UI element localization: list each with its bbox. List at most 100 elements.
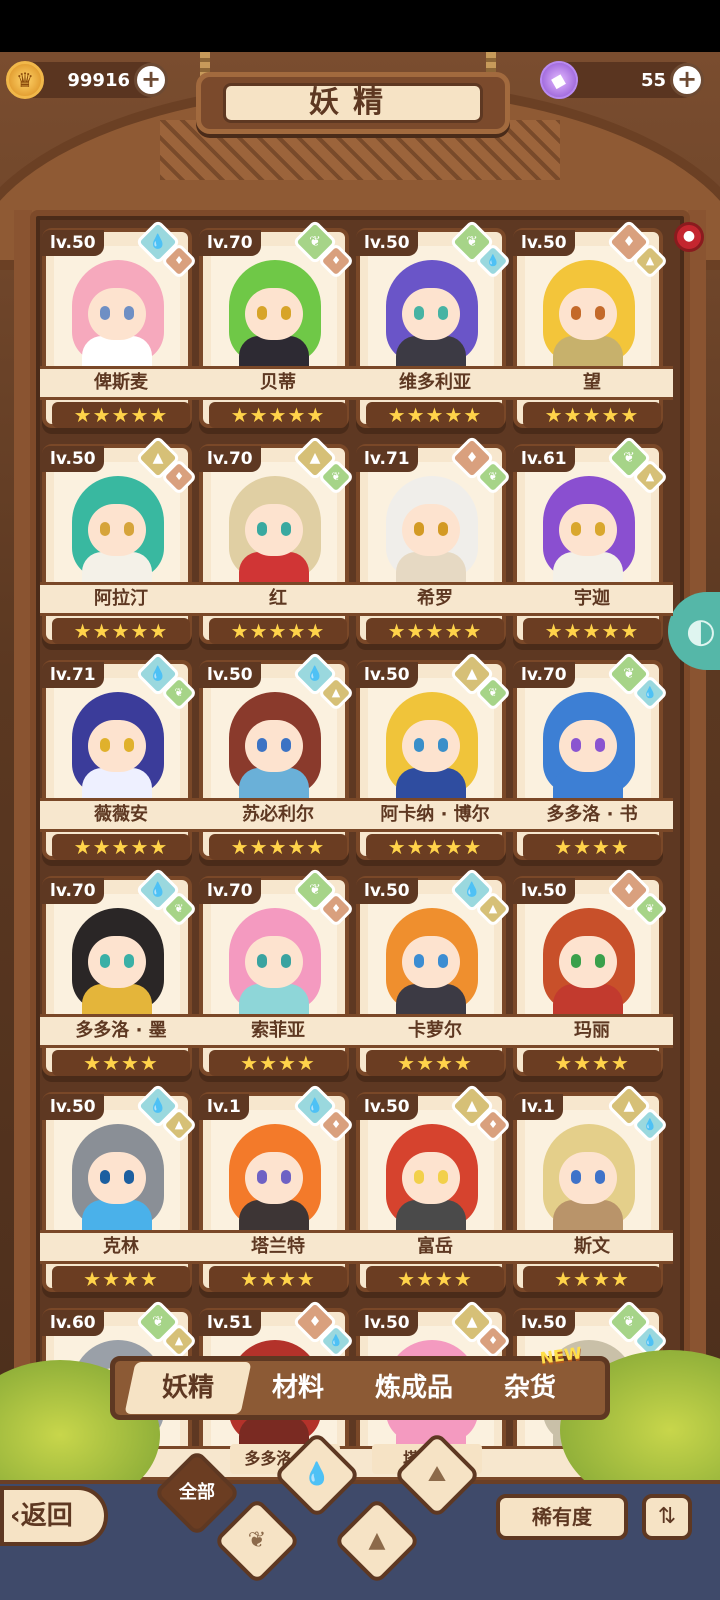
card-frame: lv.50 💧 ♦ 俾斯麦 ★★★★★	[40, 219, 202, 428]
fairy-card[interactable]: lv.1 💧 ♦ 塔兰特 ★★★★	[197, 1083, 359, 1297]
fairy-portrait	[368, 462, 494, 586]
star-rating: ★★★★	[366, 1266, 504, 1292]
fairy-card[interactable]: lv.50 ♦ ▲ 望 ★★★★★	[511, 219, 673, 433]
level-badge: lv.70	[42, 878, 104, 904]
eye	[595, 954, 605, 968]
fairy-card[interactable]: lv.50 💧 ▲ 苏必利尔 ★★★★★	[197, 651, 359, 865]
star-rating: ★★★★★	[209, 834, 347, 860]
fairy-portrait	[211, 462, 337, 586]
back-arrow-icon: ‹	[10, 1501, 21, 1531]
page-title: 妖精	[223, 83, 483, 123]
fairy-card[interactable]: lv.70 ▲ ❦ 红 ★★★★★	[197, 435, 359, 649]
fairy-card[interactable]: lv.50 ▲ ❦ 阿卡纳 · 博尔 ★★★★★	[354, 651, 516, 865]
fairy-name: 卡萝尔	[354, 1014, 516, 1048]
eye	[571, 738, 581, 752]
card-frame: lv.71 ♦ ❦ 希罗 ★★★★★	[354, 435, 516, 644]
sort-icon[interactable]: ⇅	[642, 1494, 692, 1540]
eye	[100, 306, 110, 320]
eye	[438, 738, 448, 752]
eye	[571, 954, 581, 968]
star-rating: ★★★★★	[366, 402, 504, 428]
tab-goods[interactable]: 杂货	[466, 1362, 593, 1414]
fairy-card[interactable]: lv.50 ▲ ♦ 阿拉汀 ★★★★★	[40, 435, 202, 649]
fairy-card[interactable]: lv.70 💧 ❦ 多多洛 · 墨 ★★★★	[40, 867, 202, 1081]
fairy-name: 望	[511, 366, 673, 400]
card-frame: lv.70 ❦ ♦ 索菲亚 ★★★★	[197, 867, 359, 1076]
eye	[124, 738, 134, 752]
tab-fairy[interactable]: 妖精	[124, 1362, 252, 1414]
add-gold-button[interactable]: +	[134, 63, 168, 97]
outfit	[553, 1200, 623, 1234]
rarity-sort-button[interactable]: 稀有度	[496, 1494, 628, 1540]
level-badge: lv.70	[199, 446, 261, 472]
tab-materials[interactable]: 材料	[234, 1362, 361, 1414]
fairy-name: 宇迦	[511, 582, 673, 616]
fairy-card[interactable]: lv.70 ❦ ♦ 索菲亚 ★★★★	[197, 867, 359, 1081]
eye	[595, 522, 605, 536]
fairy-name: 阿卡纳 · 博尔	[354, 798, 516, 832]
fairy-card[interactable]: lv.1 ▲ 💧 斯文 ★★★★	[511, 1083, 673, 1297]
fairy-portrait	[54, 894, 180, 1018]
eye	[595, 738, 605, 752]
eye	[414, 522, 424, 536]
outfit	[82, 552, 152, 586]
eye	[571, 1170, 581, 1184]
fairy-card[interactable]: lv.61 ❦ ▲ 宇迦 ★★★★★	[511, 435, 673, 649]
fairy-card[interactable]: lv.50 ♦ ❦ 玛丽 ★★★★	[511, 867, 673, 1081]
outfit	[396, 768, 466, 802]
star-rating: ★★★★	[523, 1050, 661, 1076]
gold-counter: ♛ 99916 +	[6, 61, 168, 99]
card-frame: lv.70 ❦ ♦ 贝蒂 ★★★★★	[197, 219, 359, 428]
filter-all-label: 全部	[179, 1482, 215, 1503]
fairy-card[interactable]: lv.50 💧 ▲ 卡萝尔 ★★★★	[354, 867, 516, 1081]
star-rating: ★★★★★	[209, 402, 347, 428]
fairy-card[interactable]: lv.50 💧 ▲ 克林 ★★★★	[40, 1083, 202, 1297]
back-button[interactable]: ‹返回	[0, 1486, 108, 1546]
ladybug-icon[interactable]: ●	[674, 222, 704, 252]
fairy-card[interactable]: lv.70 ❦ 💧 多多洛 · 书 ★★★★	[511, 651, 673, 865]
level-badge: lv.50	[356, 878, 418, 904]
gold-value: 99916	[67, 69, 130, 91]
eye	[414, 1170, 424, 1184]
eye	[281, 738, 291, 752]
card-frame: lv.61 ❦ ▲ 宇迦 ★★★★★	[511, 435, 673, 644]
fairy-card[interactable]: lv.71 ♦ ❦ 希罗 ★★★★★	[354, 435, 516, 649]
card-frame: lv.50 💧 ▲ 卡萝尔 ★★★★	[354, 867, 516, 1076]
outfit	[239, 336, 309, 370]
tab-alchemy[interactable]: 炼成品	[350, 1362, 477, 1414]
eye	[257, 738, 267, 752]
fairy-card[interactable]: lv.50 ❦ 💧 维多利亚 ★★★★★	[354, 219, 516, 433]
fairy-portrait	[368, 678, 494, 802]
face	[88, 288, 146, 340]
fairy-name: 克林	[40, 1230, 202, 1264]
face	[559, 504, 617, 556]
outfit	[396, 984, 466, 1018]
face	[88, 504, 146, 556]
level-badge: lv.71	[42, 662, 104, 688]
fairy-card[interactable]: lv.71 💧 ❦ 薇薇安 ★★★★★	[40, 651, 202, 865]
add-gem-button[interactable]: +	[670, 63, 704, 97]
face	[245, 1152, 303, 1204]
star-rating: ★★★★	[523, 1266, 661, 1292]
fairy-name: 斯文	[511, 1230, 673, 1264]
face	[402, 288, 460, 340]
level-badge: lv.1	[513, 1094, 563, 1120]
fairy-portrait	[525, 894, 651, 1018]
eye	[414, 738, 424, 752]
outfit	[82, 1200, 152, 1234]
card-frame: lv.50 ▲ ❦ 阿卡纳 · 博尔 ★★★★★	[354, 651, 516, 860]
level-badge: lv.50	[513, 1310, 575, 1336]
outfit	[396, 552, 466, 586]
fairy-portrait	[368, 894, 494, 1018]
fairy-portrait	[525, 462, 651, 586]
fairy-name: 富岳	[354, 1230, 516, 1264]
level-badge: lv.70	[199, 878, 261, 904]
fairy-card[interactable]: lv.50 💧 ♦ 俾斯麦 ★★★★★	[40, 219, 202, 433]
face	[402, 936, 460, 988]
fairy-card[interactable]: lv.70 ❦ ♦ 贝蒂 ★★★★★	[197, 219, 359, 433]
eye	[438, 1170, 448, 1184]
fairy-name: 阿拉汀	[40, 582, 202, 616]
fairy-card[interactable]: lv.50 ▲ ♦ 富岳 ★★★★	[354, 1083, 516, 1297]
gem-value: 55	[640, 69, 666, 91]
eye	[257, 306, 267, 320]
